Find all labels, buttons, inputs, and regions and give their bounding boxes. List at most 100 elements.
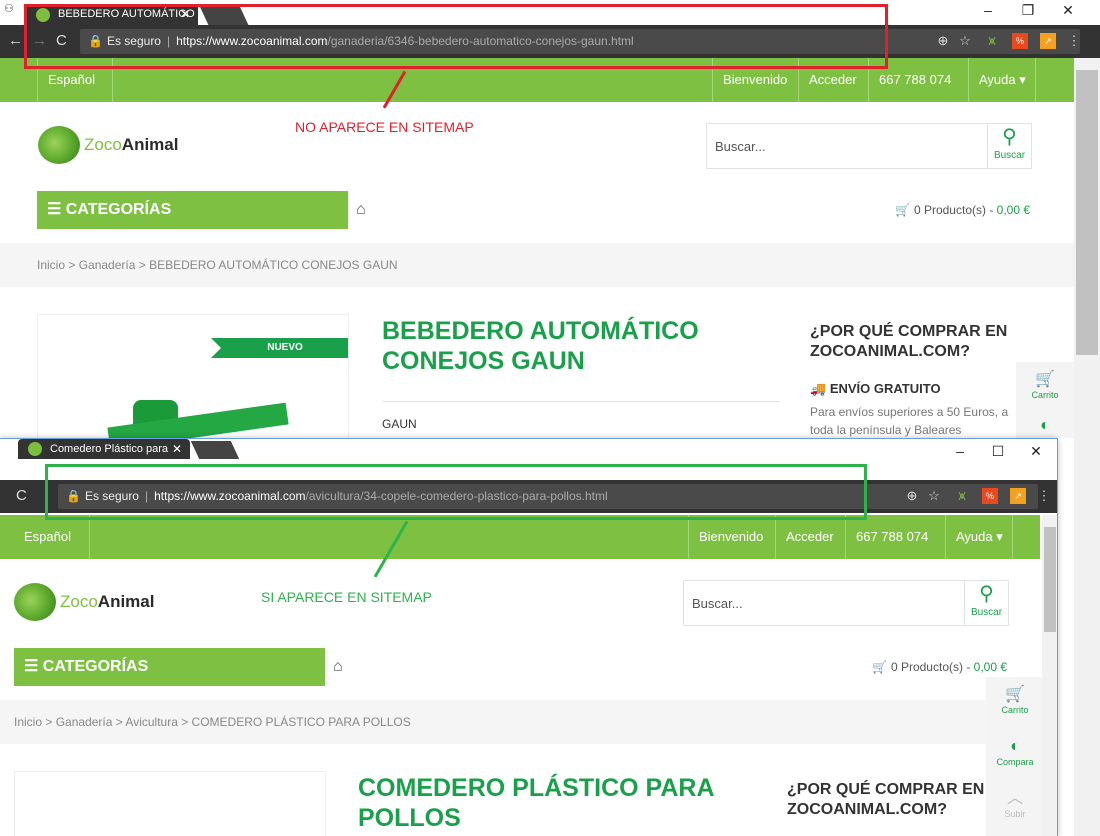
logo-text-bold: Animal (97, 592, 155, 611)
cart-count: 0 Producto(s) - (913, 203, 997, 217)
bookmark-star-icon[interactable]: ☆ (926, 488, 942, 504)
scroll-top-button[interactable]: ︿ Subir (986, 781, 1044, 833)
cart-price: 0,00 € (996, 203, 1031, 217)
cart-summary[interactable]: 🛒 0 Producto(s) - 0,00 € (895, 203, 1030, 217)
cart-icon: 🛒 (895, 203, 910, 217)
site-favicon (28, 442, 42, 456)
side-cart-button[interactable]: 🛒 Carrito (1016, 362, 1074, 414)
help-label: Ayuda (956, 529, 993, 544)
login-link[interactable]: Acceder (775, 515, 844, 559)
new-tab-button[interactable] (190, 441, 240, 459)
cart-summary[interactable]: 🛒 0 Producto(s) - 0,00 € (872, 660, 1007, 674)
help-menu[interactable]: Ayuda ▾ (968, 58, 1036, 102)
reload-icon[interactable]: C (16, 487, 27, 504)
close-window-button[interactable]: ✕ (1018, 443, 1054, 460)
logo-text: Zoco (84, 135, 122, 154)
cart-icon: 🛒 (1005, 686, 1025, 703)
product-image[interactable]: NUEVO (37, 314, 349, 454)
side-cart-label: Carrito (1031, 390, 1059, 400)
search-icon: ⚲ (979, 583, 994, 605)
cart-icon: 🛒 (872, 660, 887, 674)
search-button[interactable]: ⚲ Buscar (964, 581, 1008, 625)
logo-text: Zoco (60, 592, 98, 611)
close-window-button[interactable]: ✕ (1050, 2, 1086, 19)
categories-label: CATEGORÍAS (42, 658, 149, 675)
tab-strip: Comedero Plástico para ✕ – ☐ ✕ (0, 439, 1057, 459)
feature-title: ENVÍO GRATUITO (829, 381, 941, 396)
cart-count: 0 Producto(s) - (890, 660, 974, 674)
breadcrumb-text[interactable]: Inicio > Ganadería > BEBEDERO AUTOMÁTICO… (37, 258, 398, 272)
annotation-label: SI APARECE EN SITEMAP (261, 589, 432, 605)
tab-close-icon[interactable]: ✕ (172, 439, 182, 459)
help-label: Ayuda (979, 72, 1016, 87)
maximize-button[interactable]: ❐ (1010, 2, 1046, 19)
new-badge: NUEVO (211, 338, 348, 358)
zoom-icon[interactable]: ⊕ (904, 488, 920, 504)
search-button-label: Buscar (993, 150, 1026, 161)
annotation-label: NO APARECE EN SITEMAP (295, 119, 474, 135)
incognito-icon: ⚇ (4, 3, 14, 15)
scrollbar-thumb[interactable] (1076, 70, 1098, 355)
side-toolbar: 🛒 Carrito ◐ (1016, 362, 1074, 438)
language-selector[interactable]: Español (14, 515, 90, 559)
extension-icon[interactable]: ↗ (1010, 488, 1026, 504)
side-compare-button[interactable]: ◐ Compara (986, 729, 1044, 781)
extension-icon[interactable]: ↗ (1040, 33, 1056, 49)
scrollbar[interactable] (1042, 515, 1057, 836)
site-top-bar: Español Bienvenido Acceder 667 788 074 A… (0, 515, 1040, 559)
site-logo[interactable]: Zoco Animal (14, 583, 154, 621)
side-cart-label: Carrito (1001, 705, 1029, 715)
search-button-label: Buscar (970, 607, 1003, 618)
feature-text: Para envíos superiores a 50 Euros, a tod… (810, 405, 1009, 437)
scrollbar-thumb[interactable] (1044, 527, 1056, 632)
extension-icon[interactable]: ⩙ (954, 488, 970, 504)
search-input[interactable]: Buscar... (715, 139, 766, 154)
product-image[interactable] (14, 771, 326, 836)
compare-icon: ◐ (1040, 417, 1050, 434)
search-input[interactable]: Buscar... (692, 596, 743, 611)
logo-mark (14, 583, 56, 621)
feature-heading: 🚚 ENVÍO GRATUITO (810, 381, 941, 397)
back-icon[interactable]: ← (8, 32, 23, 49)
side-compare-label: Compara (996, 757, 1034, 767)
product-title: BEBEDERO AUTOMÁTICO CONEJOS GAUN (382, 317, 699, 375)
minimize-button[interactable]: – (970, 2, 1006, 18)
minimize-button[interactable]: – (942, 443, 978, 459)
side-cart-button[interactable]: 🛒 Carrito (986, 677, 1044, 729)
cart-icon: 🛒 (1035, 371, 1055, 388)
scrollbar[interactable] (1074, 58, 1100, 836)
extension-icon[interactable]: % (1012, 33, 1028, 49)
site-logo[interactable]: Zoco Animal (38, 126, 178, 164)
why-buy-heading: ¿POR QUÉ COMPRAR EN ZOCOANIMAL.COM? (787, 781, 985, 818)
maximize-button[interactable]: ☐ (980, 443, 1016, 460)
zoom-icon[interactable]: ⊕ (935, 33, 951, 49)
compare-icon: ◐ (1010, 738, 1020, 755)
browser-tab[interactable]: Comedero Plástico para ✕ (18, 439, 190, 459)
extension-icon[interactable]: ⩙ (984, 33, 1000, 49)
divider (382, 401, 780, 402)
product-brand: GAUN (382, 417, 417, 431)
logo-text-bold: Animal (121, 135, 179, 154)
bookmark-star-icon[interactable]: ☆ (957, 33, 973, 49)
extension-icon[interactable]: % (982, 488, 998, 504)
search-box: Buscar... ⚲ Buscar (706, 123, 1032, 169)
home-icon[interactable]: ⌂ (333, 658, 343, 676)
search-icon: ⚲ (1002, 126, 1017, 148)
cart-price: 0,00 € (973, 660, 1008, 674)
menu-icon[interactable]: ⋮ (1066, 33, 1082, 49)
categories-button[interactable]: ☰ CATEGORÍAS (37, 191, 348, 229)
menu-icon[interactable]: ⋮ (1036, 488, 1052, 504)
breadcrumb-text[interactable]: Inicio > Ganadería > Avicultura > COMEDE… (14, 715, 411, 729)
logo-mark (38, 126, 80, 164)
side-toolbar: 🛒 Carrito ◐ Compara ︿ Subir (986, 677, 1044, 836)
categories-label: CATEGORÍAS (65, 201, 172, 218)
help-menu[interactable]: Ayuda ▾ (945, 515, 1013, 559)
categories-button[interactable]: ☰ CATEGORÍAS (14, 648, 325, 686)
home-icon[interactable]: ⌂ (356, 201, 366, 219)
chevron-up-icon: ︿ (1006, 790, 1023, 807)
truck-icon: 🚚 (810, 381, 827, 396)
search-button[interactable]: ⚲ Buscar (987, 124, 1031, 168)
welcome-text: Bienvenido (688, 515, 773, 559)
phone-number: 667 788 074 (845, 515, 938, 559)
search-box: Buscar... ⚲ Buscar (683, 580, 1009, 626)
